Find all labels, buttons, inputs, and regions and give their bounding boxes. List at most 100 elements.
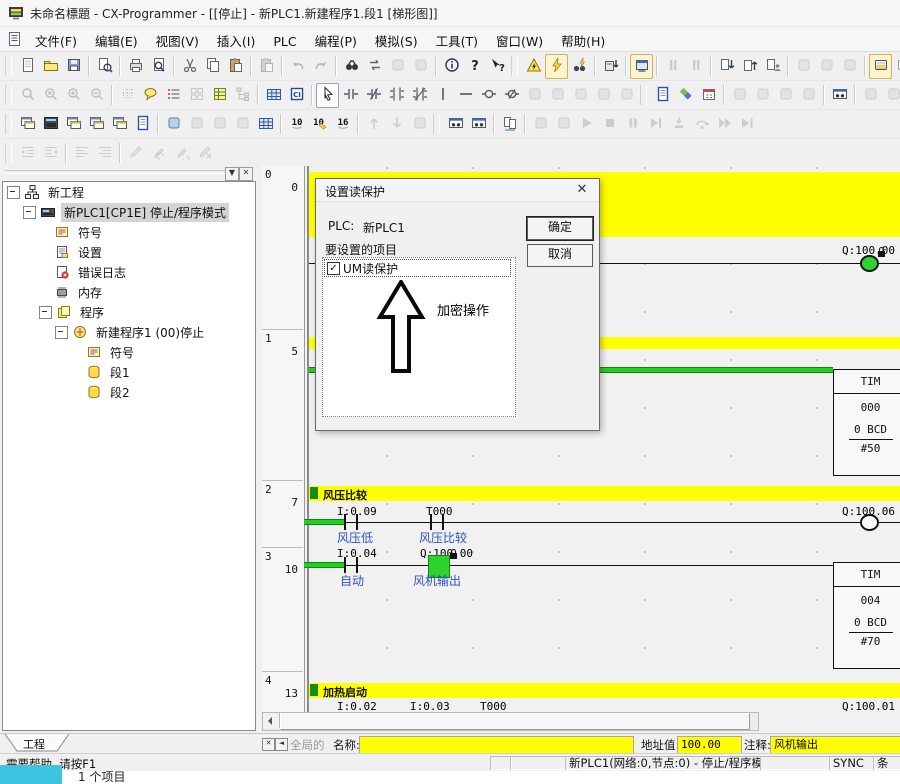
align-left-button[interactable] [70, 141, 93, 166]
close-icon[interactable]: ✕ [573, 181, 591, 198]
rung-overview-button[interactable] [185, 83, 208, 108]
toolbar-grip[interactable] [5, 143, 12, 163]
title-bar[interactable]: 未命名標題 - CX-Programmer - [[停止] - 新PLC1.新建… [0, 0, 900, 27]
mdi-document-icon[interactable] [8, 31, 22, 47]
replace-button[interactable] [363, 54, 386, 79]
ci-view-button[interactable]: CI [285, 83, 308, 108]
work-online-simulator-button[interactable] [545, 54, 568, 79]
zoom-out-button[interactable] [85, 83, 108, 108]
context-help-button[interactable]: ? [486, 54, 509, 79]
expander-minus-icon[interactable] [23, 206, 36, 219]
menu-item[interactable]: 编程(P) [306, 27, 366, 54]
rung-cell[interactable]: 4 13 [262, 672, 303, 712]
rung2-contact2[interactable] [430, 514, 432, 530]
mode-debug-button[interactable] [892, 54, 900, 79]
address-input[interactable] [677, 736, 742, 754]
section-list-button[interactable] [231, 112, 254, 137]
chevron-down-icon[interactable]: ▼ [225, 167, 239, 181]
set-value-up-button[interactable] [362, 112, 385, 137]
rung2-output-coil[interactable] [860, 514, 879, 531]
comment-input[interactable] [770, 736, 900, 754]
undo-comment-button[interactable] [147, 141, 170, 166]
tab-project[interactable]: 工程 [23, 736, 45, 752]
sim-step-over-button[interactable] [690, 112, 713, 137]
rung3-contact1[interactable] [344, 557, 346, 573]
close-icon[interactable]: ✕ [239, 167, 253, 181]
active-view-button[interactable] [651, 83, 674, 108]
toolbar-grip[interactable] [640, 85, 647, 105]
new-instruction-4-button[interactable] [592, 83, 615, 108]
properties-window-button[interactable] [131, 112, 154, 137]
expander-minus-icon[interactable] [7, 186, 20, 199]
tree-item-段2[interactable]: 段2 [3, 382, 255, 402]
pause-monitoring-button[interactable] [661, 54, 684, 79]
rung1-tim-instruction[interactable]: TIM 000 0 BCD #50 [833, 369, 900, 476]
tree-item-段1[interactable]: 段1 [3, 362, 255, 382]
rung-cell[interactable]: 0 0 [262, 166, 303, 330]
redo-button[interactable] [309, 54, 332, 79]
sim-scan-button[interactable] [529, 112, 552, 137]
new-instruction-1-button[interactable] [523, 83, 546, 108]
toolbar-grip[interactable] [5, 85, 12, 105]
force-decimal-button[interactable]: 10 [308, 112, 331, 137]
name-input[interactable] [359, 736, 634, 754]
select-tool-button[interactable] [316, 83, 339, 108]
rung2-contact1[interactable] [356, 514, 358, 530]
statement-list-button[interactable] [162, 83, 185, 108]
new-or-contact-button[interactable] [385, 83, 408, 108]
find-button[interactable] [340, 54, 363, 79]
window-opt-2-button[interactable] [882, 83, 900, 108]
new-instruction-3-button[interactable] [569, 83, 592, 108]
sim-stop-scan-button[interactable] [552, 112, 575, 137]
auto-online-button[interactable] [630, 54, 653, 79]
show-hex-button[interactable]: 16 [331, 112, 354, 137]
section-paste-button[interactable] [208, 112, 231, 137]
compile-check-button[interactable] [93, 54, 116, 79]
tree-item-新建程序1 (00)停止[interactable]: 新建程序1 (00)停止 [3, 322, 255, 342]
show-grid-button[interactable] [116, 83, 139, 108]
vertical-line-button[interactable] [431, 83, 454, 108]
hierarchy-button[interactable] [231, 83, 254, 108]
toolbar-grip[interactable] [5, 114, 12, 134]
menu-item[interactable]: 窗口(W) [487, 27, 552, 54]
compile-1-button[interactable] [792, 54, 815, 79]
watch-sheet-2-button[interactable] [467, 112, 490, 137]
sim-pause-button[interactable] [621, 112, 644, 137]
about-button[interactable] [440, 54, 463, 79]
differential-monitor-button[interactable] [498, 112, 521, 137]
menu-item[interactable]: PLC [264, 30, 305, 53]
new-closed-contact-button[interactable] [362, 83, 385, 108]
refresh-values-button[interactable] [408, 112, 431, 137]
expander-minus-icon[interactable] [55, 326, 68, 339]
menu-item[interactable]: 插入(I) [208, 27, 264, 54]
workspace-toggle-button[interactable] [16, 112, 39, 137]
menu-item[interactable]: 编辑(E) [86, 27, 147, 54]
rung-cell[interactable]: 2 7 [262, 481, 303, 548]
output-window-button[interactable] [39, 112, 62, 137]
tree-item-错误日志[interactable]: 错误日志 [3, 262, 255, 282]
compile-2-button[interactable] [815, 54, 838, 79]
new-contact-button[interactable] [339, 83, 362, 108]
sim-continuous-step-button[interactable] [713, 112, 736, 137]
tree-item-新工程[interactable]: 新工程 [3, 182, 255, 202]
view-layers-button[interactable] [674, 83, 697, 108]
delete-tool-button[interactable] [615, 83, 638, 108]
drag-handle[interactable] [4, 170, 225, 174]
toolbar-grip[interactable] [5, 56, 12, 76]
scrollbar-thumb[interactable] [280, 713, 750, 730]
decrease-indent-button[interactable] [16, 141, 39, 166]
symbol-table-button[interactable] [208, 83, 231, 108]
sim-stop-button[interactable] [598, 112, 621, 137]
paste-button[interactable] [224, 54, 247, 79]
tree-item-新PLC1[CP1E] 停止/程序模式[interactable]: 新PLC1[CP1E] 停止/程序模式 [3, 202, 255, 222]
new-closed-coil-button[interactable] [500, 83, 523, 108]
tree-item-符号[interactable]: 符号 [3, 222, 255, 242]
section-cut-button[interactable] [162, 112, 185, 137]
new-coil-button[interactable] [477, 83, 500, 108]
transfer-from-plc-button[interactable] [738, 54, 761, 79]
menu-item[interactable]: 模拟(S) [366, 27, 427, 54]
save-button[interactable] [62, 54, 85, 79]
undo-button[interactable] [286, 54, 309, 79]
edit-cell-1-button[interactable] [728, 83, 751, 108]
rung3-tim-instruction[interactable]: TIM 004 0 BCD #70 [833, 562, 900, 669]
